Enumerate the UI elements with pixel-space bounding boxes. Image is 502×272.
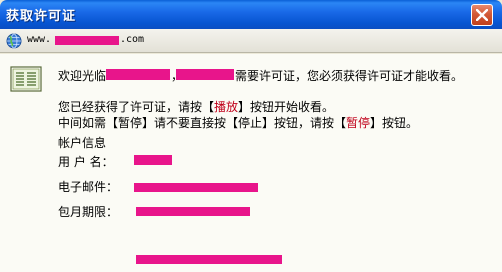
license-dialog: 获取许可证 www. .com 欢迎光临 ， 需要许可证，您必须获得许可证才能收 — [0, 0, 502, 272]
subscription-period-label: 包月期限： — [58, 205, 119, 219]
account-info-heading: 帐户信息 — [58, 136, 107, 150]
close-icon — [476, 9, 488, 21]
redacted-email — [134, 183, 258, 192]
redacted-program-name — [176, 69, 234, 80]
redacted-domain — [55, 36, 119, 45]
certificate-icon — [10, 66, 42, 92]
redacted-username — [134, 155, 172, 165]
url-bar: www. .com — [0, 29, 502, 53]
username-label: 用 户 名： — [58, 155, 114, 169]
redacted-site-name — [106, 69, 170, 80]
play-instruction: 您已经获得了许可证，请按【播放】按钮开始收看。 — [58, 100, 335, 114]
pause-instruction: 中间如需【暂停】请不要直接按【停止】按钮，请按【暂停】按钮。 — [58, 116, 419, 130]
pause-keyword: 暂停 — [346, 116, 371, 130]
dialog-content: 欢迎光临 ， 需要许可证，您必须获得许可证才能收看。 您已经获得了许可证，请按【… — [0, 54, 502, 272]
redacted-period — [136, 207, 250, 216]
redacted-footer — [136, 255, 282, 264]
title-bar[interactable]: 获取许可证 — [0, 0, 502, 29]
email-label: 电子邮件： — [58, 180, 119, 194]
close-button[interactable] — [471, 4, 493, 26]
globe-icon — [6, 33, 22, 49]
window-title: 获取许可证 — [6, 9, 77, 24]
url-suffix: .com — [120, 34, 145, 45]
welcome-suffix: 需要许可证，您必须获得许可证才能收看。 — [235, 69, 464, 83]
welcome-prefix: 欢迎光临 — [58, 69, 107, 83]
play-keyword: 播放 — [214, 100, 239, 114]
url-prefix: www. — [27, 34, 52, 45]
